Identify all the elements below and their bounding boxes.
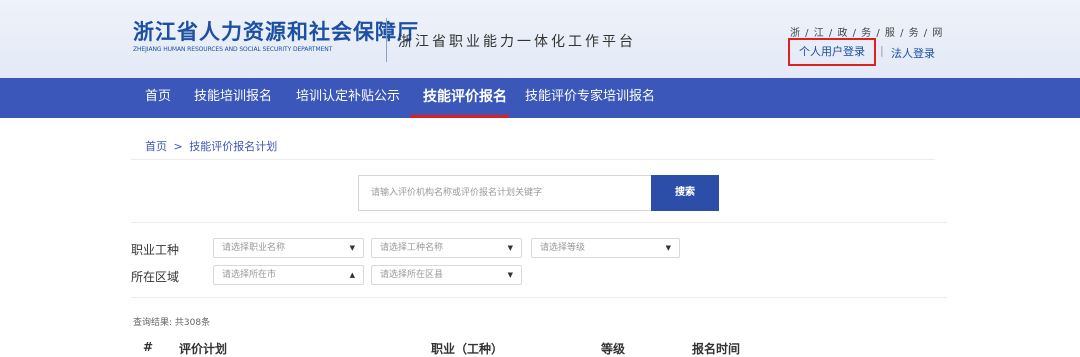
nav-item-home[interactable]: 首页 [145, 78, 171, 118]
district-select-value: 请选择所在区县 [380, 270, 444, 280]
table-header-level: 等级 [601, 342, 626, 356]
caret-down-icon: ▼ [349, 244, 355, 252]
breadcrumb-current: 技能评价报名计划 [189, 140, 278, 153]
nav-item-skill-training[interactable]: 技能培训报名 [194, 78, 272, 118]
caret-down-icon: ▼ [507, 244, 513, 252]
breadcrumb-divider [131, 159, 935, 160]
breadcrumb-separator: > [173, 140, 183, 153]
worktype-select-value: 请选择工种名称 [380, 243, 444, 253]
filter-divider [131, 297, 947, 298]
nav-item-subsidy-notice[interactable]: 培训认定补贴公示 [296, 78, 400, 118]
nav-active-indicator [410, 115, 509, 118]
nav-item-skill-evaluation[interactable]: 技能评价报名 [423, 78, 507, 118]
worktype-select[interactable]: 请选择工种名称 ▼ [371, 238, 522, 258]
org-name: 浙江省人力资源和社会保障厅 [133, 20, 419, 44]
region-filter-label: 所在区域 [131, 270, 180, 284]
level-select[interactable]: 请选择等级 ▼ [531, 238, 680, 258]
header-divider [386, 18, 387, 62]
site-header: 浙江省人力资源和社会保障厅 ZHEJIANG HUMAN RESOURCES A… [0, 0, 1080, 78]
result-count: 查询结果: 共308条 [133, 318, 211, 328]
table-header-plan: 评价计划 [179, 342, 228, 356]
main-nav: 首页 技能培训报名 培训认定补贴公示 技能评价报名 技能评价专家培训报名 [0, 78, 1080, 118]
district-select[interactable]: 请选择所在区县 ▼ [371, 265, 522, 285]
nav-item-expert-training[interactable]: 技能评价专家培训报名 [525, 78, 655, 118]
platform-name: 浙江省职业能力一体化工作平台 [398, 34, 636, 50]
table-header-index: # [143, 340, 154, 354]
caret-up-icon: ▲ [349, 271, 355, 279]
breadcrumb-home[interactable]: 首页 [145, 140, 167, 153]
personal-login-button[interactable]: 个人用户登录 [788, 38, 876, 66]
occupation-select[interactable]: 请选择职业名称 ▼ [213, 238, 364, 258]
login-separator: | [880, 44, 884, 57]
search-input[interactable] [358, 175, 651, 211]
occupation-filter-label: 职业工种 [131, 243, 180, 257]
gov-service-link[interactable]: 浙 / 江 / 政 / 务 / 服 / 务 / 网 [790, 24, 943, 39]
caret-down-icon: ▼ [665, 244, 671, 252]
caret-down-icon: ▼ [507, 271, 513, 279]
search-button[interactable]: 搜索 [651, 175, 719, 211]
level-select-value: 请选择等级 [540, 243, 586, 253]
org-name-english: ZHEJIANG HUMAN RESOURCES AND SOCIAL SECU… [133, 46, 333, 53]
search-divider [131, 222, 947, 223]
city-select-value: 请选择所在市 [222, 270, 277, 280]
table-header-occupation: 职业（工种） [431, 342, 504, 356]
legal-person-login-button[interactable]: 法人登录 [891, 45, 935, 61]
occupation-select-value: 请选择职业名称 [222, 243, 286, 253]
table-header-signup-time: 报名时间 [692, 342, 741, 356]
city-select[interactable]: 请选择所在市 ▲ [213, 265, 364, 285]
breadcrumb: 首页 > 技能评价报名计划 [145, 138, 277, 154]
